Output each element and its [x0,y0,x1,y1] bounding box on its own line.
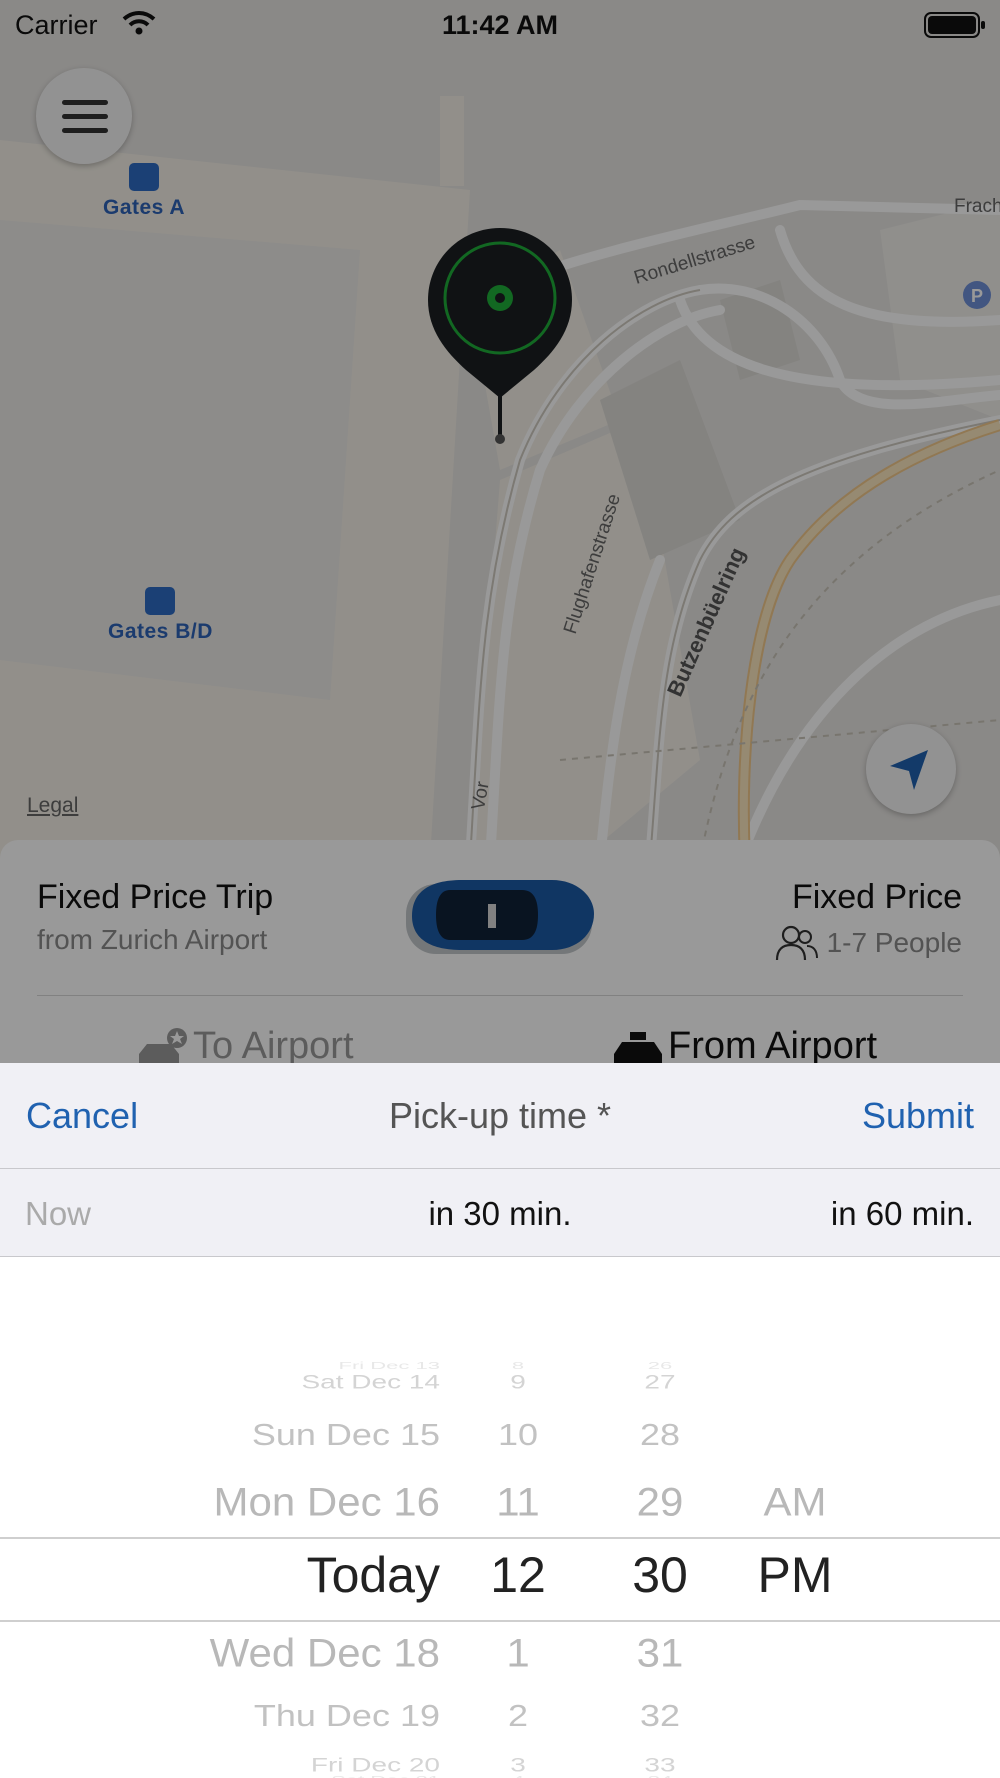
picker-minute[interactable]: 26 [560,1361,760,1371]
picker-day[interactable]: Thu Dec 19 [254,1700,440,1732]
pickup-time-sheet: Cancel Pick-up time * Submit Now in 30 m… [0,1063,1000,1778]
modal-backdrop[interactable] [0,0,1000,1063]
submit-button[interactable]: Submit [862,1095,974,1137]
picker-minute[interactable]: 28 [560,1419,760,1451]
picker-minute[interactable]: 31 [560,1633,760,1673]
picker-period-selected[interactable]: PM [695,1550,895,1600]
picker-minute[interactable]: 27 [560,1372,760,1392]
picker-minute[interactable]: 33 [560,1755,760,1775]
picker-day[interactable]: Sun Dec 15 [252,1419,440,1451]
picker-day[interactable]: Mon Dec 16 [214,1482,440,1522]
picker-toolbar: Cancel Pick-up time * Submit [0,1063,1000,1169]
picker-period[interactable]: AM [695,1482,895,1522]
quick-option-60-min[interactable]: in 60 min. [831,1195,974,1233]
quick-time-options: Now in 30 min. in 60 min. [0,1169,1000,1257]
picker-title: Pick-up time * [388,1095,612,1136]
date-time-picker[interactable]: Fri Dec 13 Sat Dec 14 Sun Dec 15 Mon Dec 16… [0,1257,1000,1778]
picker-minute[interactable]: 32 [560,1700,760,1732]
selection-line-top [0,1537,1000,1539]
picker-day[interactable]: Wed Dec 18 [210,1633,440,1673]
selection-line-bottom [0,1620,1000,1622]
